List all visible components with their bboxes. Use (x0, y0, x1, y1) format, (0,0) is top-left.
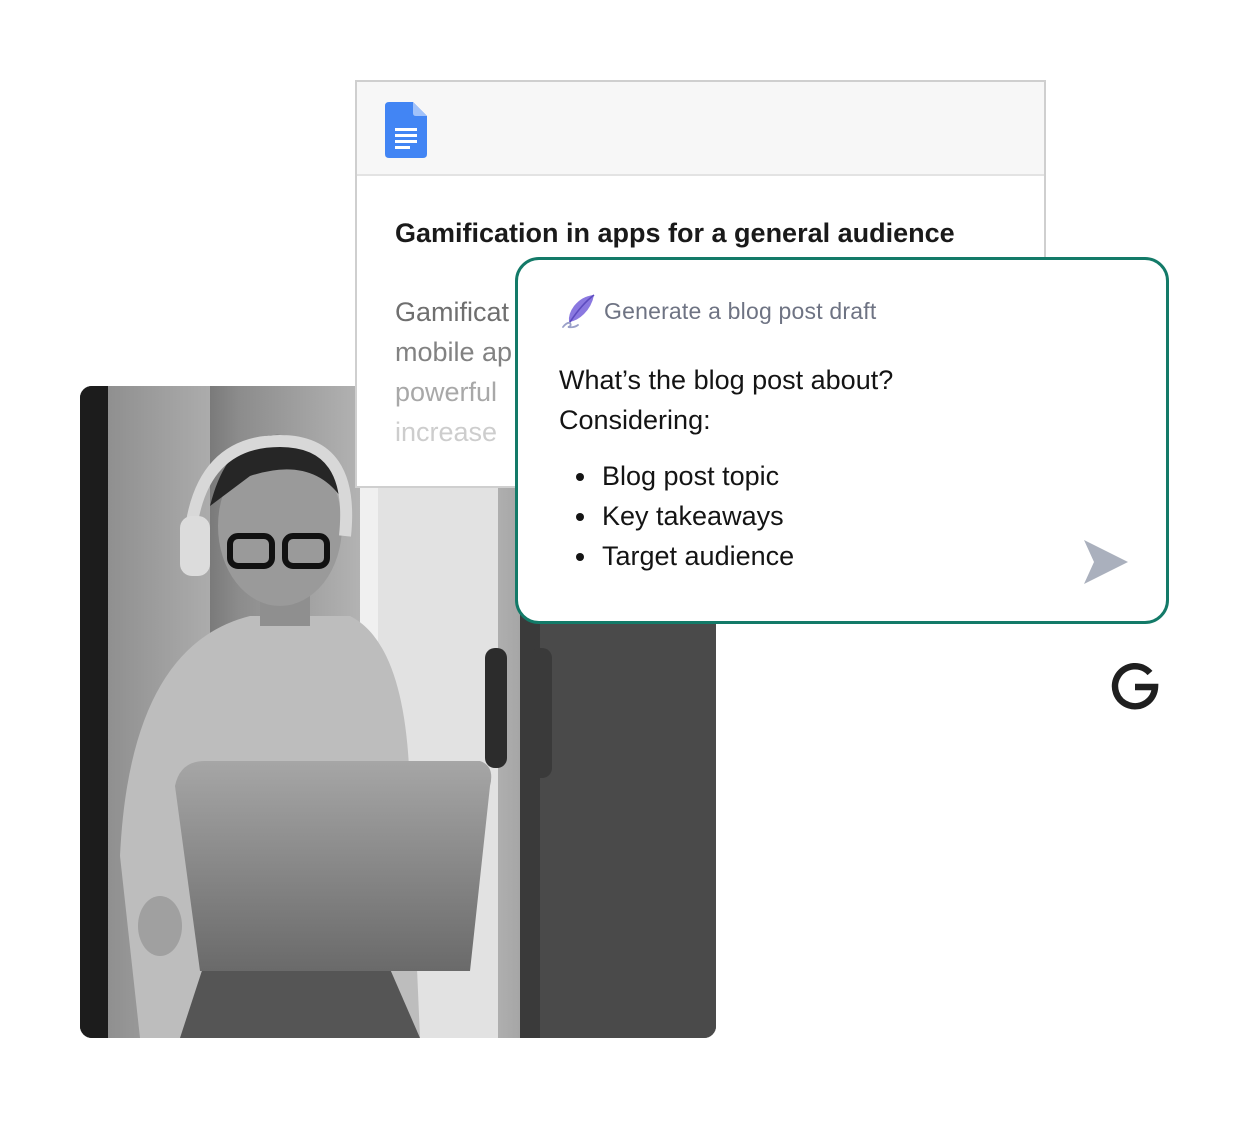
list-item: Blog post topic (559, 456, 794, 496)
google-docs-icon (385, 102, 427, 158)
google-g-logo (1111, 663, 1159, 710)
ai-question-line: What’s the blog post about? (559, 365, 894, 395)
list-item: Key takeaways (559, 496, 794, 536)
ai-question: What’s the blog post about? Considering: (559, 360, 893, 440)
list-item: Target audience (559, 536, 794, 576)
ai-prompt-card: Generate a blog post draft What’s the bl… (515, 257, 1169, 624)
ai-considerations-list: Blog post topic Key takeaways Target aud… (559, 456, 794, 576)
quill-pen-icon (562, 294, 595, 329)
ai-card-title: Generate a blog post draft (604, 297, 877, 324)
doc-title: Gamification in apps for a general audie… (395, 218, 955, 248)
ai-card-header: Generate a blog post draft (560, 292, 876, 330)
send-button[interactable] (1080, 536, 1132, 588)
send-icon (1084, 540, 1128, 584)
ai-question-line: Considering: (559, 405, 711, 435)
doc-header (357, 82, 1044, 176)
